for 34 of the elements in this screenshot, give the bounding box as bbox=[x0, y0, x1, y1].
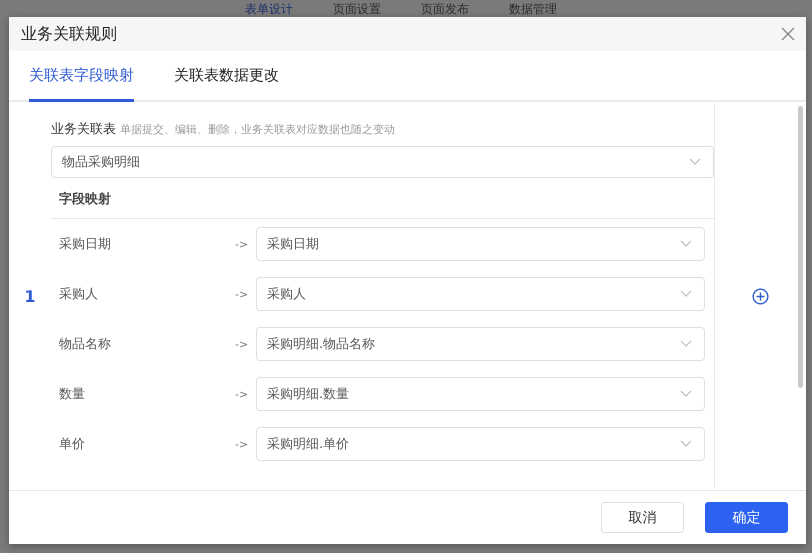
target-field-select[interactable]: 采购日期 bbox=[256, 227, 705, 261]
source-field-label: 物品名称 bbox=[58, 336, 112, 353]
tab[interactable]: 关联表数据更改 bbox=[174, 51, 279, 102]
source-field-label: 采购人 bbox=[58, 286, 99, 303]
rule-number: 1 bbox=[24, 286, 36, 306]
tab[interactable]: 关联表字段映射 bbox=[29, 51, 134, 102]
arrow-text: -> bbox=[235, 288, 250, 300]
target-field-select[interactable]: 采购明细.数量 bbox=[256, 377, 705, 411]
arrow-text: -> bbox=[235, 388, 250, 400]
chevron-down-icon bbox=[680, 440, 692, 448]
dialog-title: 业务关联规则 bbox=[21, 24, 117, 44]
chevron-down-icon bbox=[680, 390, 692, 398]
chevron-down-icon bbox=[680, 340, 692, 348]
arrow-text: -> bbox=[235, 238, 250, 250]
chevron-down-icon bbox=[680, 290, 692, 298]
table-select[interactable]: 物品采购明细 bbox=[51, 146, 714, 178]
cancel-button[interactable]: 取消 bbox=[601, 502, 684, 533]
target-field-select[interactable]: 采购明细.物品名称 bbox=[256, 327, 705, 361]
section-title: 字段映射 bbox=[51, 178, 714, 219]
arrow-text: -> bbox=[235, 438, 250, 450]
close-icon[interactable] bbox=[780, 26, 796, 42]
source-field-label: 单价 bbox=[58, 436, 86, 453]
chevron-down-icon bbox=[680, 240, 692, 248]
add-circle-icon[interactable] bbox=[752, 288, 769, 304]
confirm-button[interactable]: 确定 bbox=[705, 502, 788, 533]
source-field-label: 数量 bbox=[58, 386, 86, 403]
target-field-select[interactable]: 采购人 bbox=[256, 277, 705, 311]
arrow-text: -> bbox=[235, 338, 250, 350]
hint-text: 单据提交、编辑、删除，业务关联表对应数据也随之变动 bbox=[120, 122, 395, 137]
source-field-label: 采购日期 bbox=[58, 236, 112, 253]
target-field-select[interactable]: 采购明细.单价 bbox=[256, 427, 705, 461]
scrollbar[interactable] bbox=[798, 106, 803, 388]
chevron-down-icon bbox=[689, 158, 701, 166]
field-label: 业务关联表 bbox=[51, 121, 116, 138]
